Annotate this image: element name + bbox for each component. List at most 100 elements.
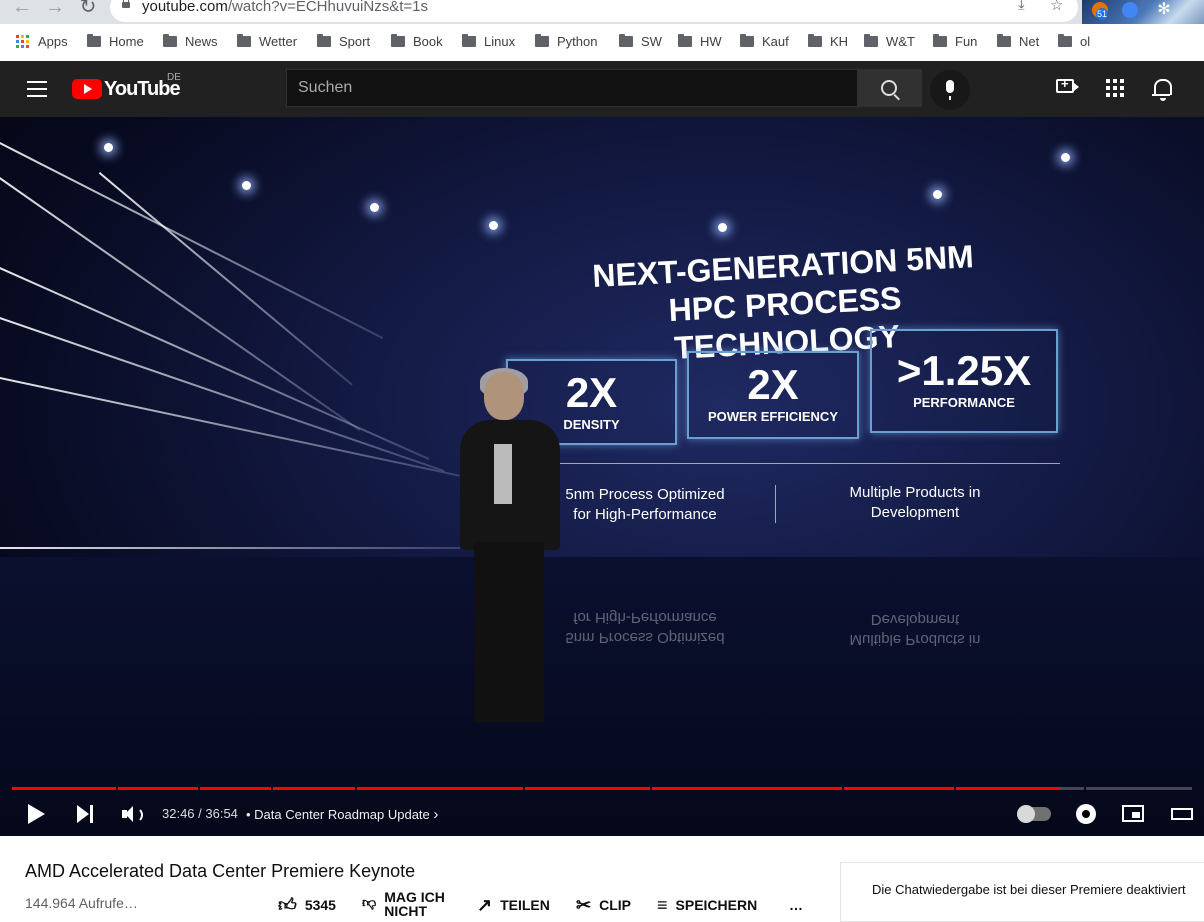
view-count[interactable]: 144.964 Aufrufe… xyxy=(25,895,138,911)
folder-icon xyxy=(808,34,822,47)
bookmark-hw[interactable]: HW xyxy=(678,34,722,49)
bookmark-wetter[interactable]: Wetter xyxy=(237,34,297,49)
chapter-marker xyxy=(198,787,200,790)
bullet-line: Multiple Products in xyxy=(849,484,981,501)
light-streak xyxy=(98,172,353,386)
slide-divider xyxy=(550,463,1060,464)
chapter-marker xyxy=(271,787,273,790)
bookmark-sw[interactable]: SW xyxy=(619,34,662,49)
play-button[interactable] xyxy=(28,804,45,824)
voice-search-button[interactable] xyxy=(930,70,970,110)
stat-label: PERFORMANCE xyxy=(913,395,1015,410)
folder-icon xyxy=(535,34,549,47)
autoplay-toggle[interactable] xyxy=(1017,805,1051,823)
folder-icon xyxy=(678,34,692,47)
apps-icon[interactable] xyxy=(1106,79,1124,97)
chapter-marker xyxy=(355,787,357,790)
bookmark-fun[interactable]: Fun xyxy=(933,34,977,49)
share-button[interactable]: ↗ TEILEN xyxy=(477,895,550,915)
reflection-line: Development xyxy=(870,611,960,628)
create-video-icon[interactable] xyxy=(1056,76,1079,93)
stat-value: 2X xyxy=(747,361,799,408)
region-code: DE xyxy=(167,72,181,83)
light-streak xyxy=(0,267,430,460)
light-streak xyxy=(0,317,445,472)
video-player[interactable]: NEXT-GENERATION 5NM HPC PROCESS TECHNOLO… xyxy=(0,117,1204,836)
stage-floor xyxy=(0,557,1204,836)
thumbs-up-icon: 👍︎ xyxy=(278,895,297,915)
spotlight xyxy=(242,181,251,190)
miniplayer-icon[interactable] xyxy=(1122,805,1144,822)
more-icon: … xyxy=(789,897,803,913)
puzzle-icon[interactable]: ✻ xyxy=(1156,2,1172,18)
slide-bullet-right: Multiple Products in Development xyxy=(830,483,1000,523)
spotlight xyxy=(104,143,113,152)
search-input[interactable] xyxy=(287,70,849,106)
bookmark-ol[interactable]: ol xyxy=(1058,34,1090,49)
bookmark-label: Python xyxy=(557,34,598,49)
bookmark-book[interactable]: Book xyxy=(391,34,443,49)
next-video-button[interactable] xyxy=(77,805,95,823)
bookmark-news[interactable]: News xyxy=(163,34,218,49)
progress-bar[interactable] xyxy=(12,787,1192,790)
stat-value: >1.25X xyxy=(896,347,1032,394)
bookmark-label: Linux xyxy=(484,34,516,49)
clip-label: CLIP xyxy=(599,897,631,913)
bookmark-sport[interactable]: Sport xyxy=(317,34,370,49)
extension-badge: 51 xyxy=(1096,8,1108,20)
bookmark-label: Fun xyxy=(955,34,978,49)
bookmark-python[interactable]: Python xyxy=(535,34,597,49)
search-button[interactable] xyxy=(858,69,922,107)
bookmark-linux[interactable]: Linux xyxy=(462,34,515,49)
save-button[interactable]: ≡ SPEICHERN xyxy=(657,896,757,914)
folder-icon xyxy=(237,34,251,47)
back-arrow-icon[interactable]: ← xyxy=(12,0,32,18)
bookmark-label: Book xyxy=(413,34,443,49)
chapter-title: Data Center Roadmap Update xyxy=(254,807,430,822)
apps-grid-icon xyxy=(16,35,29,48)
youtube-play-icon xyxy=(72,79,102,99)
forward-arrow-icon[interactable]: → xyxy=(45,0,65,18)
volume-icon[interactable] xyxy=(122,806,133,822)
bookmark-kauf[interactable]: Kauf xyxy=(740,34,789,49)
share-arrow-icon: ↗ xyxy=(477,895,493,915)
light-streak xyxy=(0,142,384,339)
bookmark-home[interactable]: Home xyxy=(87,34,144,49)
search-box xyxy=(286,69,858,107)
reload-icon[interactable]: ↻ xyxy=(78,0,98,18)
bookmark-label: Sport xyxy=(339,34,371,49)
url-path: /watch?v=ECHhuvuiNzs&t=1s xyxy=(227,0,428,15)
settings-gear-icon[interactable] xyxy=(1076,804,1096,824)
bookmark-apps[interactable]: Apps xyxy=(16,34,68,49)
bookmark-label: Net xyxy=(1019,34,1040,49)
folder-icon xyxy=(933,34,947,47)
address-bar[interactable]: youtube.com/watch?v=ECHhuvuiNzs&t=1s ⤓ ☆ xyxy=(110,0,1078,22)
more-actions-button[interactable]: … xyxy=(789,897,803,913)
folder-icon xyxy=(391,34,405,47)
spotlight xyxy=(933,190,942,199)
spotlight xyxy=(489,221,498,230)
dislike-button[interactable]: 👎︎ MAG ICH NICHT xyxy=(362,890,454,918)
clip-button[interactable]: ✂ CLIP xyxy=(576,896,631,914)
install-icon[interactable]: ⤓ xyxy=(1018,0,1025,13)
chapter-marker xyxy=(523,787,525,790)
bookmark-kh[interactable]: KH xyxy=(808,34,848,49)
bookmark-star-icon[interactable]: ☆ xyxy=(1050,0,1063,14)
like-button[interactable]: 👍︎ 5345 xyxy=(278,895,336,915)
menu-icon[interactable] xyxy=(27,81,47,102)
bookmark-net[interactable]: Net xyxy=(997,34,1039,49)
stat-performance: >1.25X PERFORMANCE xyxy=(870,329,1058,433)
microphone-icon xyxy=(946,80,954,100)
chapter-button[interactable]: • Data Center Roadmap Update › xyxy=(246,806,438,823)
notifications-bell-icon[interactable] xyxy=(1152,79,1172,101)
slide-bullet-left: 5nm Process Optimized for High-Performan… xyxy=(560,485,730,525)
youtube-header: YouTube DE xyxy=(0,61,1204,117)
youtube-logo[interactable]: YouTube xyxy=(72,78,181,100)
bookmarks-bar: Apps Home News Wetter Sport Book Linux P… xyxy=(0,24,1204,62)
theater-mode-icon[interactable] xyxy=(1171,808,1193,820)
bullet-line: 5nm Process Optimized xyxy=(565,486,725,503)
slide-reflection: Multiple Products in Development xyxy=(830,609,1000,649)
extension-g-icon[interactable] xyxy=(1122,2,1138,18)
bookmark-wt[interactable]: W&T xyxy=(864,34,915,49)
stat-power-efficiency: 2X POWER EFFICIENCY xyxy=(687,351,859,439)
